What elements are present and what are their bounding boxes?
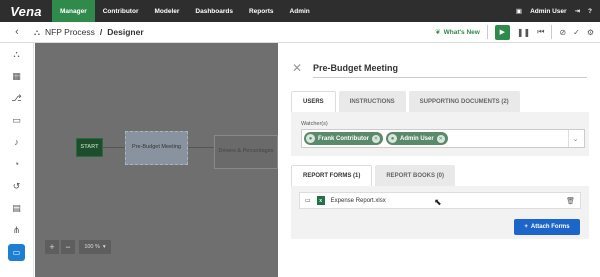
sidebar-bell-icon[interactable]: ♪ <box>0 131 33 153</box>
sidebar-history-icon[interactable]: ↺ <box>0 175 33 197</box>
user-icon: ● <box>388 134 397 143</box>
divider <box>486 25 488 39</box>
watchers-dropdown-chevron-icon[interactable]: ⌄ <box>568 130 582 147</box>
attach-forms-label: Attach Forms <box>530 224 570 230</box>
pre-budget-node[interactable]: Pre-Budget Meeting <box>125 131 188 165</box>
sidebar-clipboard-icon[interactable]: ▤ <box>0 197 33 219</box>
designer-canvas[interactable]: START Pre-Budget Meeting Drivers & Perce… <box>35 43 278 277</box>
chevron-down-icon: ▾ <box>102 244 106 250</box>
plus-icon: + <box>524 224 528 230</box>
report-form-filename[interactable]: Expense Report.xlsx <box>331 198 386 204</box>
zoom-controls: + − 100 % ▾ <box>45 240 111 254</box>
main-nav: Manager Contributor Modeler Dashboards R… <box>52 0 318 22</box>
sidebar-process-icon[interactable]: ⛬ <box>0 43 33 65</box>
start-node[interactable]: START <box>76 138 103 157</box>
title-underline <box>313 77 587 78</box>
remove-watcher-icon[interactable]: ✕ <box>436 134 445 143</box>
users-tab-content: Watcher(s) ● Frank Contributor ✕ ● Admin… <box>291 112 589 156</box>
check-circle-icon[interactable]: ✓ <box>573 28 580 37</box>
tab-report-books[interactable]: REPORT BOOKS (0) <box>375 165 456 186</box>
process-tree-icon: ⛬ <box>34 26 40 37</box>
breadcrumb-separator: / <box>99 27 103 37</box>
sidebar-chat-icon: ▭ <box>8 243 25 261</box>
nav-manager[interactable]: Manager <box>52 0 95 22</box>
logout-icon[interactable]: ⇥ <box>575 7 580 15</box>
remove-watcher-icon[interactable]: ✕ <box>372 134 380 143</box>
watcher-chip[interactable]: ● Frank Contributor ✕ <box>304 132 383 145</box>
user-card-icon[interactable]: ▣ <box>516 7 522 15</box>
close-icon[interactable]: ✕ <box>292 61 302 75</box>
excel-file-icon: x <box>316 196 325 205</box>
breadcrumb-page: Designer <box>107 27 144 37</box>
user-area: ▣ Admin User ⇥ ? <box>516 7 600 16</box>
user-name[interactable]: Admin User <box>530 8 566 15</box>
whats-new-label: What's New <box>443 28 480 36</box>
settings-gear-icon[interactable]: ⚙ <box>587 28 594 37</box>
zoom-level-value: 100 % <box>84 244 100 250</box>
process-controls: ❦ What's New ▶ ❚❚ ⏮ ⊘ ✓ ⚙ <box>435 24 600 40</box>
play-button[interactable]: ▶ <box>494 24 510 40</box>
watcher-name: Admin User <box>400 135 434 142</box>
watcher-chip[interactable]: ● Admin User ✕ <box>386 132 448 145</box>
nav-contributor[interactable]: Contributor <box>95 0 147 22</box>
watcher-name: Frank Contributor <box>318 135 369 142</box>
watchers-field[interactable]: ● Frank Contributor ✕ ● Admin User ✕ ⌄ <box>301 129 585 148</box>
divider <box>551 25 553 39</box>
sidebar-table-icon[interactable]: ▦ <box>0 65 33 87</box>
sidebar-hierarchy-icon[interactable]: ⎇ <box>0 87 33 109</box>
left-sidebar: ⛬ ▦ ⎇ ▭ ♪ ◔ ↺ ▤ ⋔ ▭ <box>0 43 34 277</box>
back-chevron-icon[interactable]: ‹ <box>0 26 34 38</box>
connector-line <box>188 147 214 148</box>
leaf-icon: ❦ <box>435 29 441 36</box>
watchers-label: Watcher(s) <box>301 121 328 127</box>
hide-icon[interactable]: ⊘ <box>559 28 566 37</box>
attach-forms-button[interactable]: + Attach Forms <box>514 219 580 235</box>
zoom-out-button[interactable]: − <box>61 240 75 254</box>
tab-report-forms[interactable]: REPORT FORMS (1) <box>291 165 373 186</box>
task-detail-panel: ✕ Pre-Budget Meeting USERS INSTRUCTIONS … <box>278 43 600 277</box>
panel-title[interactable]: Pre-Budget Meeting <box>313 63 398 73</box>
sidebar-gauge-icon[interactable]: ◔ <box>0 153 33 175</box>
user-icon: ● <box>306 134 315 143</box>
skip-back-icon[interactable]: ⏮ <box>537 27 544 37</box>
drive-icon: ▭ <box>305 198 311 204</box>
sidebar-chat-item[interactable]: ▭ <box>0 241 33 263</box>
tab-users[interactable]: USERS <box>291 91 336 112</box>
zoom-level-select[interactable]: 100 % ▾ <box>79 240 111 254</box>
trash-icon[interactable]: 🗑 <box>566 197 575 205</box>
nav-admin[interactable]: Admin <box>282 0 318 22</box>
mouse-cursor-icon: ⬉ <box>434 197 442 207</box>
nav-reports[interactable]: Reports <box>241 0 282 22</box>
sidebar-sitemap-icon[interactable]: ⋔ <box>0 219 33 241</box>
connector-line <box>103 147 125 148</box>
pause-icon[interactable]: ❚❚ <box>517 28 530 37</box>
breadcrumb-process[interactable]: NFP Process <box>45 27 95 37</box>
help-icon[interactable]: ? <box>588 8 592 15</box>
tab-supporting-documents[interactable]: SUPPORTING DOCUMENTS (2) <box>408 91 520 112</box>
vena-logo[interactable]: Vena <box>0 0 52 22</box>
breadcrumb: ⛬ NFP Process / Designer <box>34 27 144 38</box>
panel-tabs: USERS INSTRUCTIONS SUPPORTING DOCUMENTS … <box>291 91 520 112</box>
nav-modeler[interactable]: Modeler <box>146 0 187 22</box>
nav-dashboards[interactable]: Dashboards <box>187 0 241 22</box>
sidebar-drive-icon[interactable]: ▭ <box>0 109 33 131</box>
top-nav-bar: Vena Manager Contributor Modeler Dashboa… <box>0 0 600 22</box>
sub-header: ‹ ⛬ NFP Process / Designer ❦ What's New … <box>0 22 600 43</box>
report-tabs: REPORT FORMS (1) REPORT BOOKS (0) <box>291 165 456 186</box>
tab-instructions[interactable]: INSTRUCTIONS <box>338 91 406 112</box>
drivers-node[interactable]: Drivers & Percentages <box>214 135 278 169</box>
zoom-in-button[interactable]: + <box>45 240 59 254</box>
whats-new-link[interactable]: ❦ What's New <box>435 28 480 37</box>
